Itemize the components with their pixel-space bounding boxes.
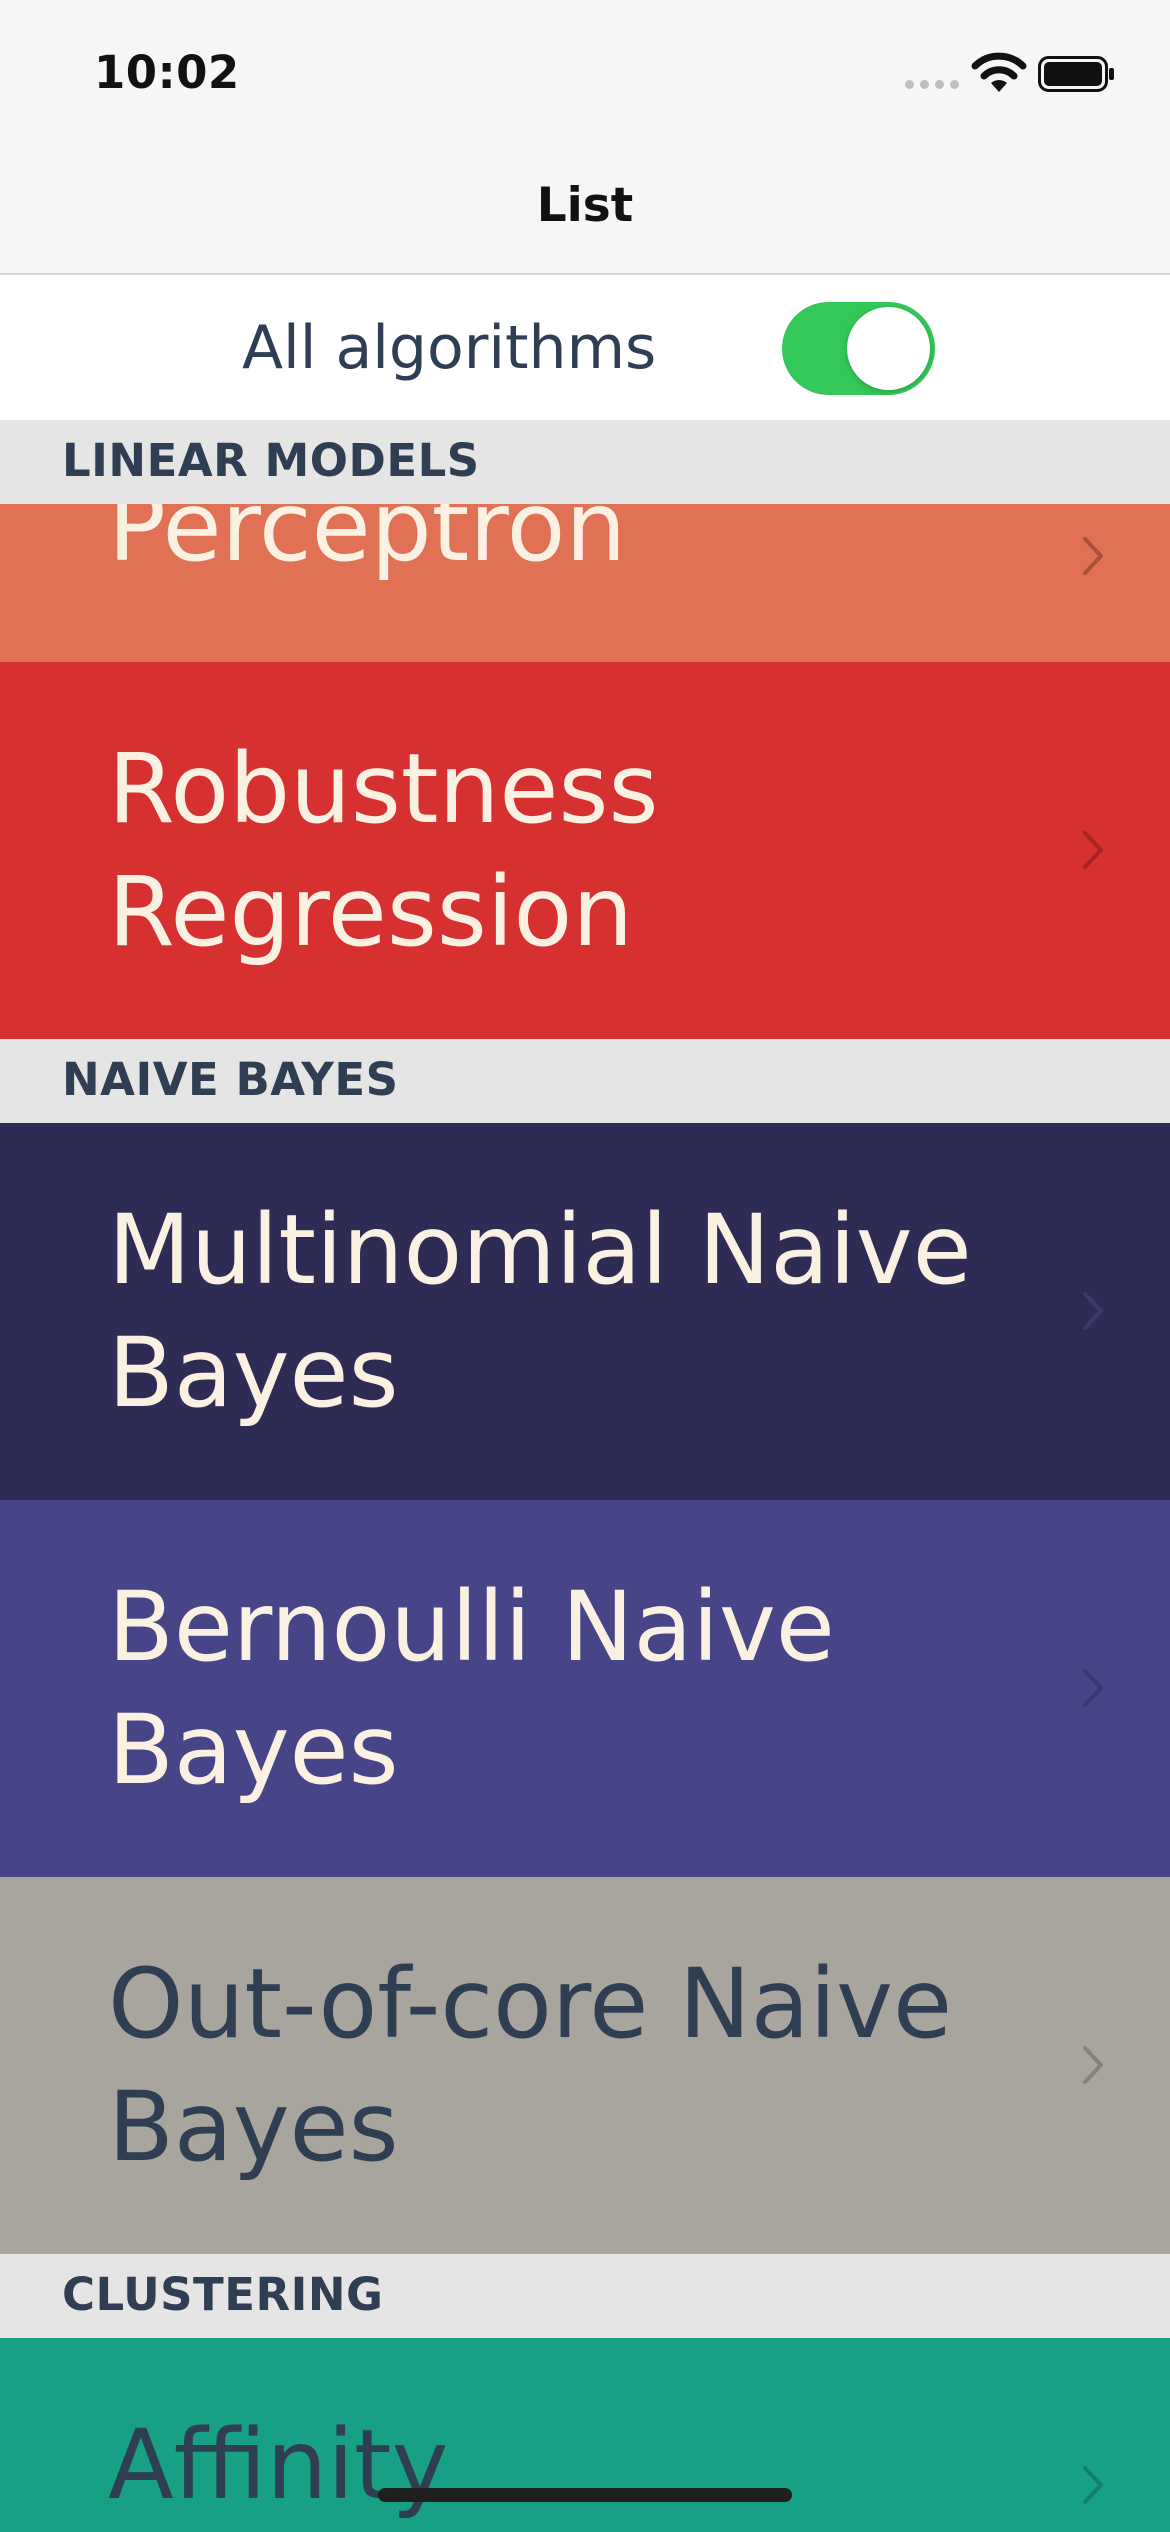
section-header-linear-models: LINEAR MODELS — [0, 420, 1170, 504]
chevron-right-icon — [1083, 831, 1103, 869]
wifi-icon — [971, 52, 1027, 92]
list-item-title: Robustness Regression — [108, 733, 659, 968]
chevron-right-icon — [1083, 1292, 1103, 1330]
page-title: List — [536, 178, 634, 233]
list-item-affinity-propagation[interactable]: Affinity Propagation — [0, 2338, 1170, 2532]
status-bar: 10:02 — [0, 0, 1170, 140]
all-algorithms-row: All algorithms — [0, 275, 1170, 420]
section-title: LINEAR MODELS — [62, 434, 480, 487]
list-item-title: Multinomial Naive Bayes — [108, 1194, 972, 1429]
list-item-title: Out-of-core Naive Bayes — [108, 1948, 953, 2183]
chevron-right-icon — [1083, 1669, 1103, 1707]
chevron-right-icon — [1083, 2046, 1103, 2084]
chevron-right-icon — [1083, 2466, 1103, 2504]
battery-icon — [1038, 56, 1114, 92]
home-indicator[interactable] — [378, 2488, 792, 2502]
chevron-right-icon — [1083, 537, 1103, 575]
list-item-perceptron[interactable]: Perceptron — [0, 504, 1170, 662]
all-algorithms-toggle[interactable] — [782, 302, 935, 395]
toggle-knob — [847, 307, 930, 390]
status-time: 10:02 — [94, 46, 240, 99]
list-item-multinomial-naive-bayes[interactable]: Multinomial Naive Bayes — [0, 1123, 1170, 1500]
navigation-bar: List — [0, 140, 1170, 275]
list-item-title: Bernoulli Naive Bayes — [108, 1571, 835, 1806]
section-header-naive-bayes: NAIVE BAYES — [0, 1039, 1170, 1123]
list-item-title: Perceptron — [108, 504, 627, 583]
signal-icon — [905, 80, 959, 92]
list-item-out-of-core-naive-bayes[interactable]: Out-of-core Naive Bayes — [0, 1877, 1170, 2254]
list-item-bernoulli-naive-bayes[interactable]: Bernoulli Naive Bayes — [0, 1500, 1170, 1877]
section-title: CLUSTERING — [62, 2268, 384, 2321]
list-item-title: Affinity Propagation — [108, 2409, 449, 2521]
list-item-robustness-regression[interactable]: Robustness Regression — [0, 662, 1170, 1039]
section-header-clustering: CLUSTERING — [0, 2254, 1170, 2338]
all-algorithms-label: All algorithms — [242, 313, 657, 383]
section-title: NAIVE BAYES — [62, 1053, 399, 1106]
